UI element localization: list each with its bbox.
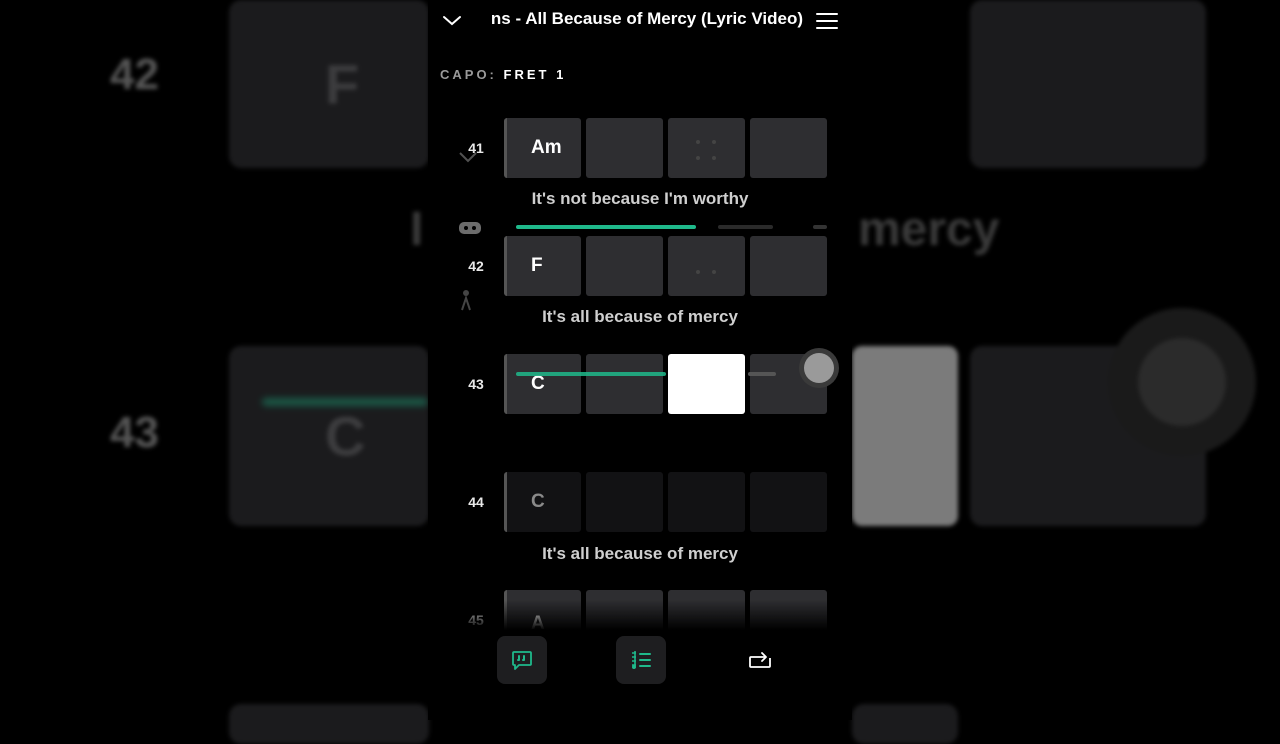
loop-button[interactable]: [734, 636, 784, 684]
playhead-knob[interactable]: [804, 353, 834, 383]
chord-cell[interactable]: [586, 354, 663, 414]
chord-cell[interactable]: C: [504, 472, 581, 532]
lyrics-button[interactable]: [497, 636, 547, 684]
chevron-down-icon[interactable]: [442, 10, 462, 30]
chords-button[interactable]: [616, 636, 666, 684]
lyric-line: It's all because of mercy: [542, 307, 738, 326]
bar-number: 41: [468, 140, 484, 156]
chord-label: C: [531, 373, 545, 394]
chord-cell[interactable]: [668, 236, 745, 296]
background-active-tile: [852, 346, 958, 526]
chord-cell[interactable]: [750, 236, 827, 296]
chord-bar-row: Am: [504, 118, 828, 178]
background-lyric: I: [410, 203, 424, 256]
bottom-toolbar: [428, 630, 852, 720]
background-lyric: mercy: [858, 203, 1000, 256]
background-chord-tile: F: [229, 0, 429, 168]
background-chord-tile: [852, 704, 958, 744]
chord-cell[interactable]: [750, 118, 827, 178]
background-bar-number: 43: [110, 408, 159, 457]
chord-bar-row: F: [504, 236, 828, 296]
song-title: ns - All Because of Mercy (Lyric Video): [490, 9, 803, 28]
progress-played: [516, 225, 696, 229]
bar-number: 44: [468, 494, 484, 510]
bar-number: 42: [468, 258, 484, 274]
chord-cell[interactable]: Am: [504, 118, 581, 178]
scroll-fade: [428, 600, 852, 630]
beat-dots-icon: [696, 140, 718, 162]
current-beat-progress: [516, 372, 666, 376]
chord-cell[interactable]: [586, 118, 663, 178]
chord-player-panel: ns - All Because of Mercy (Lyric Video) …: [428, 0, 852, 720]
loop-icon: [749, 652, 771, 668]
chord-cell[interactable]: [750, 472, 827, 532]
progress-remaining: [718, 225, 773, 229]
chord-cell[interactable]: [668, 472, 745, 532]
capo-value: FRET 1: [503, 67, 567, 82]
background-chord-label: F: [325, 52, 360, 116]
background-chord-tile: C: [229, 346, 429, 526]
lyric-line: It's not because I'm worthy: [531, 189, 749, 208]
bar-number: 43: [468, 376, 484, 392]
background-chord-label: C: [325, 404, 366, 468]
chord-cell[interactable]: [586, 472, 663, 532]
chord-label: C: [531, 491, 545, 512]
lyric-line: It's all because of mercy: [542, 544, 738, 563]
chord-cell[interactable]: [668, 118, 745, 178]
chord-sheet-icon: [632, 651, 651, 669]
ghost-robot-icon: [459, 222, 481, 234]
background-bar-number: 42: [110, 50, 159, 99]
background-chord-tile: [970, 0, 1206, 168]
chord-cell-active[interactable]: [668, 354, 745, 414]
capo-indicator: CAPO: FRET 1: [440, 67, 566, 82]
lyrics-quote-icon: [512, 651, 532, 670]
beat-dots-icon: [696, 270, 718, 292]
capo-label: CAPO:: [440, 67, 497, 82]
chord-cell[interactable]: C: [504, 354, 581, 414]
background-knob: [1138, 338, 1226, 426]
chord-cell[interactable]: F: [504, 236, 581, 296]
chord-bar-row: C: [504, 472, 828, 532]
hamburger-menu-icon[interactable]: [816, 12, 838, 30]
current-beat-remaining: [748, 372, 776, 376]
background-progress-glow: [262, 398, 428, 406]
chord-cell[interactable]: [586, 236, 663, 296]
progress-remaining: [813, 225, 827, 229]
top-bar: ns - All Because of Mercy (Lyric Video): [428, 0, 852, 40]
chord-label: Am: [531, 137, 562, 158]
background-chord-tile: [229, 704, 429, 744]
chord-bar-row-current: C: [504, 354, 828, 414]
chord-label: F: [531, 255, 543, 276]
